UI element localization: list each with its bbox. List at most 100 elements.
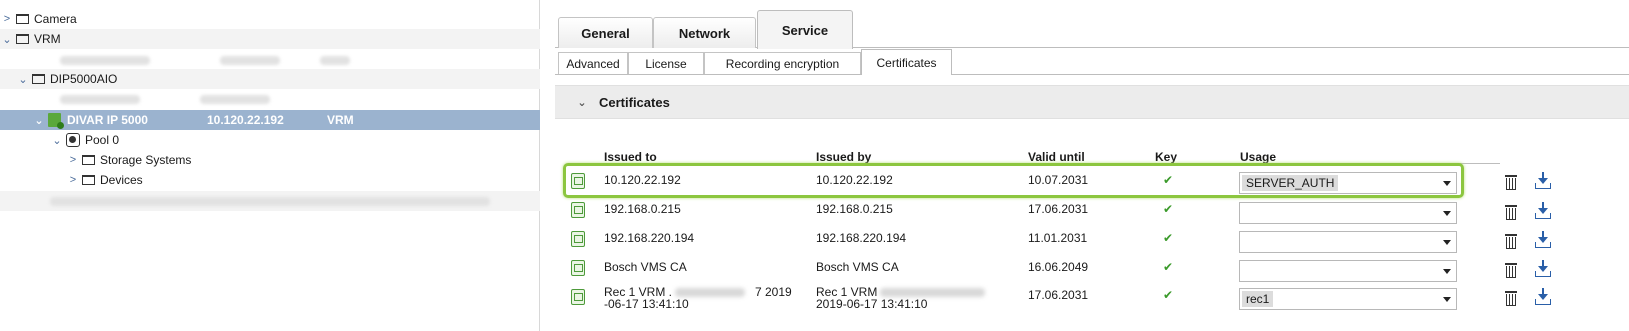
device-name: DIVAR IP 5000 — [67, 113, 148, 127]
tree-item-label: Storage Systems — [100, 153, 192, 167]
header-divider — [600, 163, 1500, 164]
issued-by: Bosch VMS CA — [816, 260, 899, 274]
tree-item-divar[interactable]: ⌄ DIVAR IP 5000 10.120.22.192 VRM — [0, 110, 540, 130]
key-check-icon: ✔ — [1163, 173, 1174, 187]
device-tree: > Camera ⌄ VRM ⌄ DIP5000AIO ⌄ DIVAR IP 5… — [0, 0, 540, 331]
dropdown-arrow-icon[interactable] — [1443, 297, 1451, 302]
col-usage[interactable]: Usage — [1240, 150, 1276, 164]
usage-value: rec1 — [1242, 291, 1274, 307]
tree-item-pool[interactable]: ⌄ Pool 0 — [0, 130, 540, 150]
table-row[interactable]: Rec 1 VRM . 7 2019 -06-17 13:41:10 Rec 1… — [555, 286, 1629, 326]
table-row[interactable]: 192.168.220.194 192.168.220.194 11.01.20… — [555, 228, 1629, 256]
chevron-right-icon[interactable]: > — [0, 13, 14, 25]
redacted-text — [320, 55, 350, 65]
delete-icon[interactable] — [1505, 263, 1517, 278]
table-row[interactable]: Bosch VMS CA Bosch VMS CA 16.06.2049 ✔ — [555, 257, 1629, 285]
redacted-text — [880, 288, 985, 297]
tree-item-redacted[interactable] — [0, 50, 540, 70]
usage-dropdown[interactable] — [1239, 260, 1457, 282]
issued-to: 192.168.220.194 — [604, 231, 695, 245]
table-row[interactable]: 10.120.22.192 10.120.22.192 10.07.2031 ✔… — [555, 170, 1629, 198]
chevron-right-icon[interactable]: > — [66, 154, 80, 166]
tree-item-label: VRM — [34, 32, 61, 46]
valid-until: 11.01.2031 — [1028, 231, 1088, 245]
tree-item-label: Devices — [100, 173, 143, 187]
redacted-text — [220, 55, 280, 65]
issued-by: 192.168.220.194 — [816, 231, 907, 245]
usage-value: SERVER_AUTH — [1242, 175, 1339, 191]
tree-item-dip5000aio[interactable]: ⌄ DIP5000AIO — [0, 69, 540, 89]
issued-to: 192.168.0.215 — [604, 202, 681, 216]
key-check-icon: ✔ — [1163, 260, 1174, 274]
tab-general[interactable]: General — [558, 17, 653, 48]
chevron-down-icon[interactable]: ⌄ — [32, 114, 46, 127]
dropdown-arrow-icon[interactable] — [1443, 240, 1451, 245]
col-issued-by[interactable]: Issued by — [816, 150, 871, 164]
issued-by-line2: 2019-06-17 13:41:10 — [816, 297, 928, 311]
download-icon[interactable] — [1535, 288, 1551, 306]
certificates-section-header[interactable]: ⌄ Certificates — [555, 85, 1629, 119]
delete-icon[interactable] — [1505, 175, 1517, 190]
tree-item-redacted[interactable] — [0, 89, 540, 109]
valid-until: 17.06.2031 — [1028, 202, 1089, 216]
download-icon[interactable] — [1535, 202, 1551, 220]
usage-dropdown[interactable]: rec1 — [1239, 288, 1457, 310]
redacted-text — [675, 288, 745, 297]
redacted-text — [60, 94, 140, 104]
chevron-right-icon[interactable]: > — [66, 174, 80, 186]
chevron-down-icon[interactable]: ⌄ — [50, 134, 64, 147]
download-icon[interactable] — [1535, 260, 1551, 278]
certificate-icon — [571, 231, 585, 247]
issued-by: 10.120.22.192 — [816, 173, 893, 187]
valid-until: 17.06.2031 — [1028, 288, 1089, 302]
valid-until: 10.07.2031 — [1028, 173, 1089, 187]
tree-item-devices[interactable]: > Devices — [0, 170, 540, 190]
subtab-recording-encryption[interactable]: Recording encryption — [704, 52, 861, 74]
tree-item-vrm[interactable]: ⌄ VRM — [0, 29, 540, 49]
main-tab-bar: General Network Service — [555, 8, 1629, 49]
subtab-certificates[interactable]: Certificates — [861, 49, 952, 75]
usage-dropdown[interactable]: SERVER_AUTH — [1239, 172, 1457, 194]
tree-item-redacted[interactable] — [0, 191, 540, 211]
device-ip: 10.120.22.192 — [207, 113, 284, 127]
col-issued-to[interactable]: Issued to — [604, 150, 657, 164]
device-type: VRM — [327, 113, 354, 127]
sub-tab-bar: Advanced License Recording encryption Ce… — [555, 49, 1629, 75]
tree-item-storage-systems[interactable]: > Storage Systems — [0, 150, 540, 170]
section-title: Certificates — [599, 94, 670, 110]
col-key[interactable]: Key — [1155, 150, 1177, 164]
issued-to-line2: -06-17 13:41:10 — [604, 297, 689, 311]
tab-network[interactable]: Network — [653, 17, 756, 48]
redacted-text — [60, 55, 150, 65]
col-valid-until[interactable]: Valid until — [1028, 150, 1085, 164]
subtab-advanced[interactable]: Advanced — [558, 52, 628, 74]
chevron-down-icon[interactable]: ⌄ — [16, 73, 30, 86]
delete-icon[interactable] — [1505, 234, 1517, 249]
download-icon[interactable] — [1535, 172, 1551, 190]
dropdown-arrow-icon[interactable] — [1443, 269, 1451, 274]
folder-icon — [16, 14, 29, 24]
key-check-icon: ✔ — [1163, 202, 1174, 216]
dropdown-arrow-icon[interactable] — [1443, 181, 1451, 186]
dropdown-arrow-icon[interactable] — [1443, 211, 1451, 216]
download-icon[interactable] — [1535, 231, 1551, 249]
usage-dropdown[interactable] — [1239, 231, 1457, 253]
redacted-text — [50, 196, 490, 206]
properties-panel: General Network Service Advanced License… — [555, 0, 1629, 331]
tab-service[interactable]: Service — [757, 10, 853, 49]
chevron-down-icon[interactable]: ⌄ — [575, 96, 589, 109]
chevron-down-icon[interactable]: ⌄ — [0, 33, 14, 46]
usage-dropdown[interactable] — [1239, 202, 1457, 224]
folder-icon — [82, 155, 95, 165]
key-check-icon: ✔ — [1163, 231, 1174, 245]
delete-icon[interactable] — [1505, 205, 1517, 220]
delete-icon[interactable] — [1505, 291, 1517, 306]
table-row[interactable]: 192.168.0.215 192.168.0.215 17.06.2031 ✔ — [555, 199, 1629, 227]
valid-until: 16.06.2049 — [1028, 260, 1089, 274]
tree-item-camera[interactable]: > Camera — [0, 9, 540, 29]
subtab-license[interactable]: License — [628, 52, 704, 74]
certificate-icon — [571, 202, 585, 218]
certificate-icon — [571, 289, 585, 305]
certificate-icon — [571, 173, 585, 189]
issued-by: 192.168.0.215 — [816, 202, 893, 216]
